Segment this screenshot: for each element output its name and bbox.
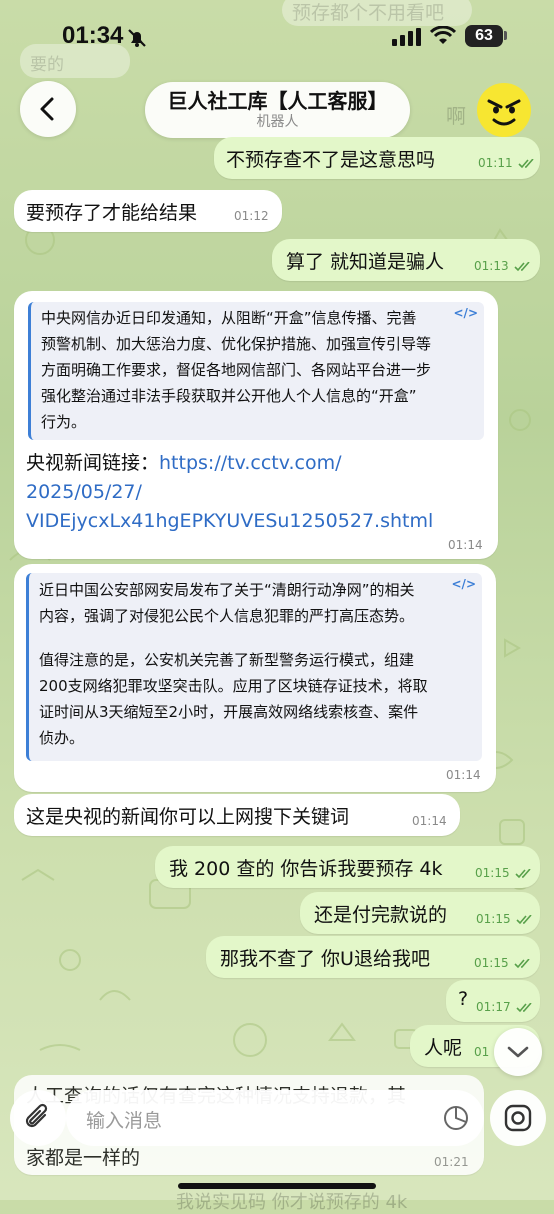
home-indicator <box>178 1183 376 1189</box>
message-bubble-outgoing[interactable]: 我 200 查的 你告诉我要预存 4k 01:15 <box>155 846 540 888</box>
chevron-left-icon <box>40 97 54 121</box>
message-bubble-incoming[interactable]: 要预存了才能给结果 01:12 <box>14 190 282 232</box>
scroll-down-button[interactable] <box>494 1028 542 1076</box>
double-check-icon <box>516 1002 533 1012</box>
link-label: 央视新闻链接： <box>26 452 160 474</box>
message-time: 01:11 <box>478 156 536 170</box>
message-input[interactable]: 输入消息 <box>66 1090 484 1146</box>
quote-line: 证时间从3天缩短至2小时，开展高效网络线索核查、案件 <box>39 703 419 721</box>
cellular-signal-icon <box>392 28 421 46</box>
message-time: 01:14 <box>446 768 481 782</box>
battery-indicator: 63 <box>465 25 503 47</box>
message-text: 家都是一样的 <box>26 1147 141 1169</box>
message-bubble-outgoing[interactable]: 不预存查不了是这意思吗 01:11 <box>214 137 540 179</box>
message-time: 01:12 <box>234 209 269 223</box>
message-time: 01:15 <box>475 866 533 880</box>
back-button[interactable] <box>20 81 76 137</box>
chat-subtitle: 机器人 <box>256 114 299 130</box>
instagram-camera-icon <box>504 1104 532 1132</box>
bot-avatar[interactable] <box>476 82 532 138</box>
message-time: 01:15 <box>476 912 534 926</box>
quote-line: 200支网络犯罪攻坚突击队。应用了区块链存证技术，将取 <box>39 677 428 695</box>
message-text: 我 200 查的 你告诉我要预存 4k <box>169 858 443 880</box>
chat-title: 巨人社工库【人工客服】 <box>167 89 388 113</box>
message-input-placeholder: 输入消息 <box>86 1110 163 1132</box>
message-bubble-incoming[interactable]: 这是央视的新闻你可以上网搜下关键词 01:14 <box>14 794 460 836</box>
message-time: 01:15 <box>474 956 532 970</box>
chat-title-pill[interactable]: 巨人社工库【人工客服】 机器人 <box>145 82 410 138</box>
message-text: 还是付完款说的 <box>314 904 448 926</box>
news-link-line[interactable]: 2025/05/27/ <box>26 481 142 503</box>
chevron-down-icon <box>507 1046 529 1058</box>
double-check-icon <box>515 868 532 878</box>
quote-line: 近日中国公安部网安局发布了关于“清朗行动净网”的相关 <box>39 581 415 599</box>
news-link-line[interactable]: VIDEjycxLx41hgEPKYUVESu1250527.shtml <box>26 510 433 532</box>
quote-line: 方面明确工作要求，督促各地网信部门、各网站平台进一步 <box>41 361 432 379</box>
double-check-icon <box>514 958 531 968</box>
message-text: 要预存了才能给结果 <box>26 202 198 224</box>
message-text: ? <box>458 988 469 1010</box>
camera-button[interactable] <box>490 1090 546 1146</box>
code-quote-icon: </> <box>453 306 479 320</box>
message-bubble-outgoing[interactable]: 还是付完款说的 01:15 <box>300 892 540 934</box>
news-link-line[interactable]: https://tv.cctv.com/ <box>159 452 342 474</box>
quote-block: 近日中国公安部网安局发布了关于“清朗行动净网”的相关 内容，强调了对侵犯公民个人… <box>26 573 482 761</box>
message-time: 01:17 <box>476 1000 534 1014</box>
sticker-icon[interactable] <box>442 1104 470 1132</box>
message-bubble-incoming-quote[interactable]: 近日中国公安部网安局发布了关于“清朗行动净网”的相关 内容，强调了对侵犯公民个人… <box>14 564 496 792</box>
ghost-text-bottom: 我说实见码 你才说预存的 4k <box>176 1192 408 1213</box>
attach-button[interactable] <box>10 1090 66 1146</box>
message-text: 不预存查不了是这意思吗 <box>226 149 436 171</box>
quote-line: 内容，强调了对侵犯公民个人信息犯罪的严打高压态势。 <box>39 607 415 625</box>
message-time: 01:14 <box>448 538 483 552</box>
quote-line: 值得注意的是，公安机关完善了新型警务运行模式，组建 <box>39 651 415 669</box>
message-text: 那我不查了 你U退给我吧 <box>220 948 430 970</box>
message-text: 人呢 <box>424 1037 463 1059</box>
message-bubble-outgoing[interactable]: ? 01:17 <box>446 980 540 1022</box>
message-time: 01:13 <box>474 259 532 273</box>
quote-line: 强化整治通过非法手段获取并公开他人个人信息的“开盒” <box>41 387 417 405</box>
code-quote-icon: </> <box>451 577 477 591</box>
quote-line: 预警机制、加大惩治力度、优化保护措施、加强宣传引导等 <box>41 335 432 353</box>
paperclip-icon <box>25 1103 48 1128</box>
message-time: 01 <box>474 1045 490 1059</box>
double-check-icon <box>518 158 535 168</box>
message-time: 01:14 <box>412 814 447 828</box>
message-bubble-incoming-quote[interactable]: 中央网信办近日印发通知，从阻断“开盒”信息传播、完善 预警机制、加大惩治力度、优… <box>14 291 498 559</box>
double-check-icon <box>516 914 533 924</box>
status-bar: 01:34 63 <box>0 0 554 74</box>
message-time: 01:21 <box>434 1155 469 1169</box>
ghost-text-right: 啊 <box>446 104 466 128</box>
quote-line: 行为。 <box>41 413 87 431</box>
quote-line: 中央网信办近日印发通知，从阻断“开盒”信息传播、完善 <box>41 309 417 327</box>
wifi-icon <box>430 26 456 44</box>
quote-line: 侦办。 <box>39 729 85 747</box>
message-bubble-outgoing[interactable]: 算了 就知道是骗人 01:13 <box>272 239 540 281</box>
message-bubble-outgoing[interactable]: 那我不查了 你U退给我吧 01:15 <box>206 936 540 978</box>
double-check-icon <box>514 261 531 271</box>
quote-block: 中央网信办近日印发通知，从阻断“开盒”信息传播、完善 预警机制、加大惩治力度、优… <box>28 302 484 440</box>
message-text: 算了 就知道是骗人 <box>286 251 445 273</box>
message-text: 这是央视的新闻你可以上网搜下关键词 <box>26 806 350 828</box>
bell-off-icon <box>128 29 146 47</box>
battery-tip <box>504 31 507 40</box>
status-time: 01:34 <box>62 22 124 49</box>
